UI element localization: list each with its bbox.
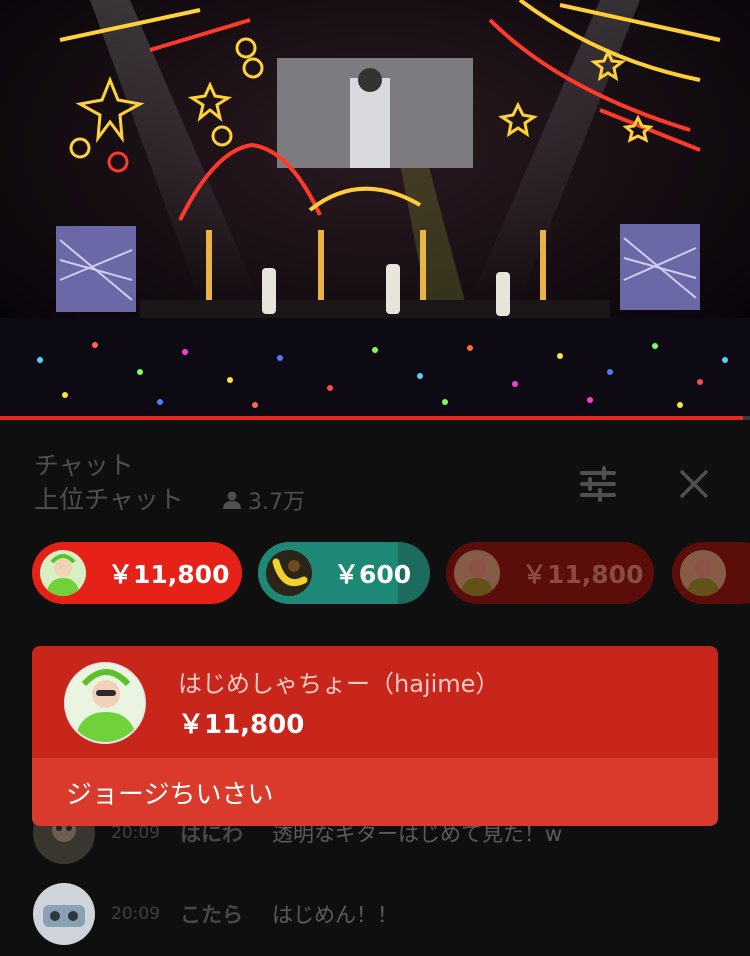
tune-icon: [580, 466, 616, 502]
green-costume-avatar: [64, 662, 146, 744]
message-author[interactable]: こたら: [180, 899, 243, 929]
filter-button[interactable]: [574, 460, 622, 508]
chat-header: チャット 上位チャット 3.7万: [0, 420, 750, 520]
message-timestamp: 20:09: [111, 823, 160, 843]
person-icon: [223, 491, 241, 509]
ticker-chip[interactable]: ￥11,800: [446, 542, 654, 604]
close-chat-button[interactable]: [670, 460, 718, 508]
green-costume-avatar: [454, 550, 500, 596]
message-timestamp: 20:09: [111, 904, 160, 924]
pinned-super-chat[interactable]: はじめしゃちょー（hajime） ￥11,800 ジョージちいさい: [32, 646, 718, 826]
ticker-amount: ￥600: [334, 560, 412, 589]
chat-mode-selector[interactable]: 上位チャット: [34, 480, 184, 516]
close-icon: [680, 470, 708, 498]
viewer-count-value: 3.7万: [248, 490, 305, 515]
chat-message[interactable]: 20:09 こたら はじめん！！: [0, 879, 750, 949]
chat-title: チャット: [34, 451, 134, 480]
ticker-chip[interactable]: ￥600: [258, 542, 430, 604]
concert-stage-scene: [0, 0, 750, 418]
viewer-count: 3.7万: [222, 484, 305, 516]
ticker-chip[interactable]: ￥11,800: [32, 542, 242, 604]
super-chat-body: ジョージちいさい: [32, 758, 718, 826]
message-text: はじめん！！: [272, 903, 398, 927]
ticker-chip[interactable]: [672, 542, 750, 604]
super-chat-header: はじめしゃちょー（hajime） ￥11,800: [32, 646, 718, 758]
green-costume-avatar: [680, 550, 726, 596]
super-chat-ticker: ￥11,800 ￥600 ￥11,800: [0, 542, 750, 606]
video-player[interactable]: [0, 0, 750, 418]
green-costume-avatar: [40, 550, 86, 596]
ticker-amount: ￥11,800: [108, 560, 230, 589]
ticker-amount: ￥11,800: [522, 560, 644, 589]
super-chat-author[interactable]: はじめしゃちょー（hajime）: [178, 664, 499, 699]
super-chat-amount: ￥11,800: [178, 710, 305, 740]
super-chat-message: ジョージちいさい: [66, 780, 274, 810]
user-avatar: [33, 883, 95, 945]
banana-avatar: [266, 550, 312, 596]
